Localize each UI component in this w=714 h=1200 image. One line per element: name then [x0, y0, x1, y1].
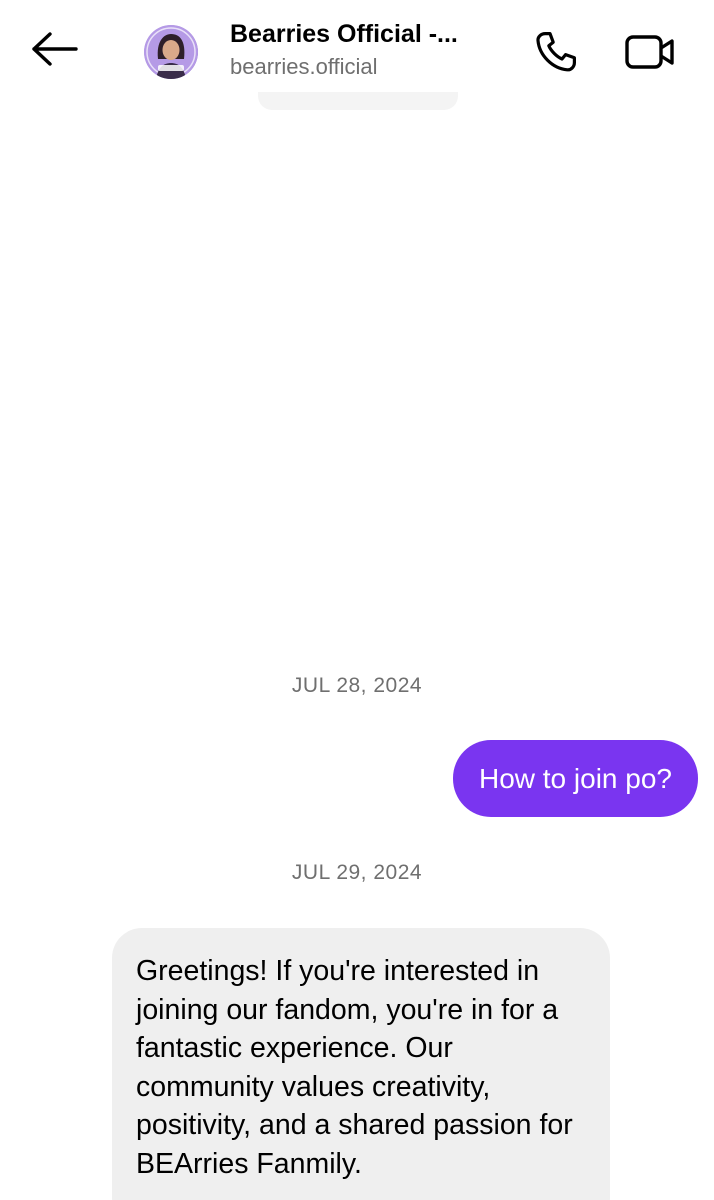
phone-icon [536, 32, 576, 72]
date-separator: JUL 29, 2024 [291, 861, 423, 884]
video-camera-icon [625, 35, 674, 69]
avatar[interactable] [144, 25, 198, 79]
back-button[interactable] [26, 24, 82, 74]
profile-photo [144, 25, 198, 79]
incoming-message-bubble[interactable]: Greetings! If you're interested in joini… [112, 928, 610, 1200]
chat-title-group[interactable]: Bearries Official -... bearries.official [230, 18, 500, 82]
date-separator: JUL 28, 2024 [291, 674, 423, 697]
outgoing-message-bubble[interactable]: How to join po? [452, 740, 698, 817]
previous-message-edge [258, 92, 458, 110]
chat-title: Bearries Official -... [230, 20, 458, 48]
voice-call-button[interactable] [528, 24, 584, 80]
chat-username: bearries.official [230, 54, 378, 79]
arrow-left-icon [32, 32, 78, 66]
video-call-button[interactable] [620, 24, 680, 80]
incoming-message-text: Greetings! If you're interested in joini… [136, 955, 573, 1180]
